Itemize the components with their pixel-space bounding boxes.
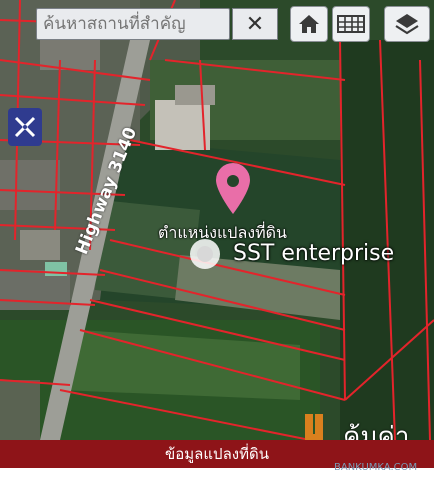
poi-label: SST enterprise [233,241,395,266]
draw-tool-button[interactable] [8,108,42,146]
ruler-pencil-icon [14,116,36,138]
grid-table-icon [337,15,365,33]
watermark-subtitle: BANKUMKA.COM [334,462,418,473]
layers-button[interactable] [384,6,430,42]
home-icon [299,15,319,33]
parcel-info-label: ข้อมูลแปลงที่ดิน [165,445,269,463]
search-input[interactable] [36,8,230,40]
home-button[interactable] [290,6,328,42]
close-icon: ✕ [245,11,265,37]
grid-button[interactable] [332,6,370,42]
clear-search-button[interactable]: ✕ [232,8,278,40]
layers-icon [395,14,419,35]
